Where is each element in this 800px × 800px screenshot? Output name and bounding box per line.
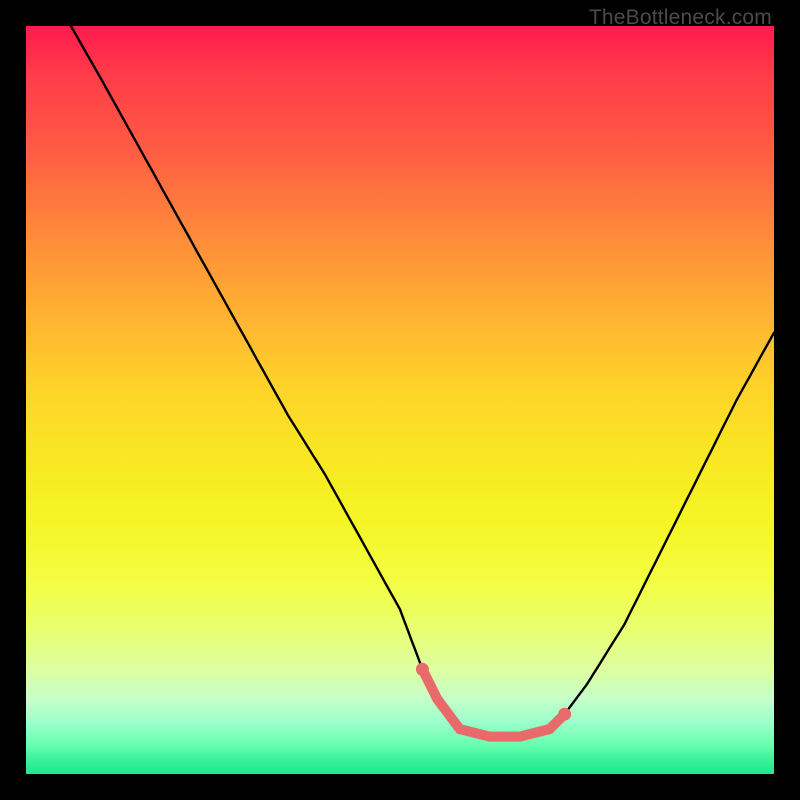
optimal-marker bbox=[455, 724, 465, 734]
optimal-region-highlight bbox=[422, 669, 564, 736]
optimal-marker bbox=[515, 732, 525, 742]
bottleneck-curve-svg bbox=[26, 26, 774, 774]
optimal-marker bbox=[416, 663, 429, 676]
optimal-region-markers bbox=[416, 663, 571, 742]
optimal-marker bbox=[485, 732, 495, 742]
optimal-marker bbox=[500, 732, 510, 742]
optimal-marker bbox=[558, 708, 571, 721]
chart-frame: TheBottleneck.com bbox=[0, 0, 800, 800]
optimal-marker bbox=[530, 728, 540, 738]
optimal-marker bbox=[545, 724, 555, 734]
optimal-marker bbox=[432, 694, 442, 704]
plot-area bbox=[26, 26, 774, 774]
optimal-marker bbox=[470, 728, 480, 738]
bottleneck-curve bbox=[71, 26, 774, 737]
watermark-source: TheBottleneck.com bbox=[589, 6, 772, 30]
